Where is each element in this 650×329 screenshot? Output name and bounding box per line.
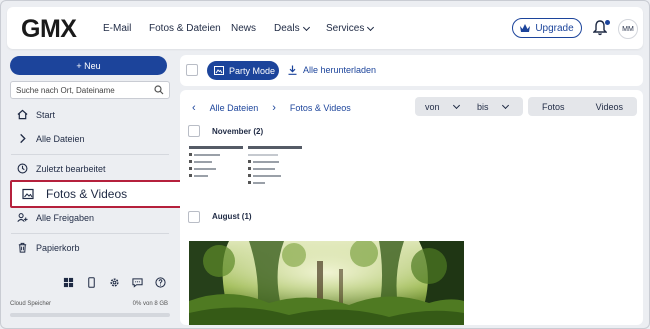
sidebar: + Neu Suche nach Ort, Dateiname Start Al… (7, 55, 208, 325)
nav-email[interactable]: E-Mail (103, 23, 131, 34)
chevron-down-icon (452, 101, 460, 109)
storage-value: 0% von 8 GB (132, 301, 168, 307)
group-label-november: November (2) (212, 127, 264, 136)
upgrade-label: Upgrade (535, 22, 574, 34)
breadcrumb-photos-videos[interactable]: Fotos & Videos (290, 103, 351, 113)
sidebar-divider (11, 233, 169, 234)
chat-icon[interactable] (132, 277, 143, 288)
sidebar-item-photos-videos[interactable]: Fotos & Videos (10, 180, 208, 208)
thumbnail-row (189, 173, 243, 178)
thumbnail-row (248, 173, 302, 178)
notification-dot (605, 20, 610, 25)
download-all-label: Alle herunterladen (303, 65, 377, 75)
date-to-select[interactable]: bis (469, 101, 523, 112)
sidebar-item-trash[interactable]: Papierkorb (17, 242, 80, 253)
new-button[interactable]: + Neu (10, 56, 167, 75)
nav-deals-label: Deals (274, 23, 300, 34)
thumbnail-row (248, 152, 302, 157)
windows-icon[interactable] (63, 277, 74, 288)
chevron-right-icon (20, 133, 26, 144)
help-icon[interactable] (155, 277, 166, 288)
thumbnail-header (248, 146, 302, 149)
sidebar-item-label: Start (36, 109, 56, 120)
trash-icon (18, 242, 27, 253)
select-all-checkbox[interactable] (186, 64, 198, 76)
nav-email-label: E-Mail (103, 23, 132, 34)
clock-icon (17, 163, 28, 174)
sidebar-item-label: Alle Dateien (36, 133, 85, 144)
sidebar-item-label: Alle Freigaben (36, 212, 95, 223)
document-thumbnail[interactable] (248, 146, 302, 188)
share-users-icon (17, 213, 28, 222)
thumbnail-row (189, 159, 243, 164)
nav-photos-files[interactable]: Fotos & Dateien (149, 23, 221, 34)
photo-thumbnail[interactable] (189, 241, 464, 325)
avatar[interactable]: MM (618, 19, 638, 39)
group-checkbox[interactable] (188, 211, 200, 223)
image-icon (22, 188, 34, 200)
sidebar-item-shares[interactable]: Alle Freigaben (17, 212, 94, 223)
crown-icon (520, 24, 531, 32)
sidebar-item-recent[interactable]: Zuletzt bearbeitet (17, 163, 106, 174)
thumbnail-row (248, 159, 302, 164)
sidebar-divider (11, 154, 169, 155)
home-icon (17, 109, 28, 120)
chevron-down-icon (302, 23, 310, 31)
gmx-logo[interactable]: GMX (21, 15, 77, 44)
mobile-icon[interactable] (86, 277, 97, 288)
sidebar-footer-icons (63, 277, 166, 288)
party-mode-button[interactable]: Party Mode (207, 61, 279, 80)
download-icon (288, 65, 297, 75)
document-thumbnail[interactable] (189, 146, 243, 188)
filter-photos-button[interactable]: Fotos (542, 102, 565, 112)
nav-news[interactable]: News (231, 23, 256, 34)
sidebar-item-all-files[interactable]: Alle Dateien (17, 133, 85, 144)
date-from-select[interactable]: von (415, 101, 469, 112)
sidebar-item-start[interactable]: Start (17, 109, 55, 120)
search-input[interactable]: Suche nach Ort, Dateiname (10, 81, 170, 99)
date-filter: von bis (415, 97, 523, 116)
nav-photos-files-label: Fotos & Dateien (149, 23, 221, 34)
party-mode-label: Party Mode (229, 65, 276, 76)
group-checkbox[interactable] (188, 125, 200, 137)
breadcrumb: ‹ Alle Dateien › Fotos & Videos (192, 102, 351, 114)
filter-videos-button[interactable]: Videos (596, 102, 623, 112)
chevron-down-icon (501, 101, 509, 109)
date-from-label: von (425, 101, 440, 112)
party-mode-icon (214, 66, 224, 75)
back-chevron-icon[interactable]: ‹ (192, 102, 196, 114)
storage-progress-bar (10, 313, 170, 317)
search-placeholder: Suche nach Ort, Dateiname (16, 85, 115, 95)
chevron-down-icon (367, 23, 375, 31)
search-icon (154, 85, 164, 95)
content-panel: ‹ Alle Dateien › Fotos & Videos von bis … (180, 90, 643, 325)
nav-services[interactable]: Services (326, 23, 375, 34)
thumbnail-row (189, 152, 243, 157)
media-type-filter: Fotos Videos (528, 97, 637, 116)
breadcrumb-separator-icon: › (272, 102, 276, 114)
upgrade-button[interactable]: Upgrade (512, 18, 582, 38)
group-label-august: August (1) (212, 212, 252, 221)
thumbnail-row (248, 180, 302, 185)
thumbnail-row (189, 166, 243, 171)
sidebar-item-label: Zuletzt bearbeitet (36, 163, 106, 174)
sidebar-item-label: Papierkorb (36, 242, 80, 253)
nav-services-label: Services (326, 23, 365, 34)
nav-deals[interactable]: Deals (274, 23, 310, 34)
thumbnail-row (248, 166, 302, 171)
file-toolbar: Party Mode Alle herunterladen (180, 55, 643, 86)
date-to-label: bis (477, 101, 489, 112)
app-window: GMX E-Mail Fotos & Dateien News Deals Se… (0, 0, 650, 329)
sidebar-item-label: Fotos & Videos (46, 187, 128, 201)
jungle-photo-image (189, 241, 464, 325)
settings-icon[interactable] (109, 277, 120, 288)
breadcrumb-all-files[interactable]: Alle Dateien (210, 103, 259, 113)
top-bar: GMX E-Mail Fotos & Dateien News Deals Se… (7, 7, 643, 49)
storage-label: Cloud Speicher (10, 301, 52, 307)
thumbnail-header (189, 146, 243, 149)
nav-news-label: News (231, 23, 257, 34)
download-all-button[interactable]: Alle herunterladen (288, 65, 376, 75)
